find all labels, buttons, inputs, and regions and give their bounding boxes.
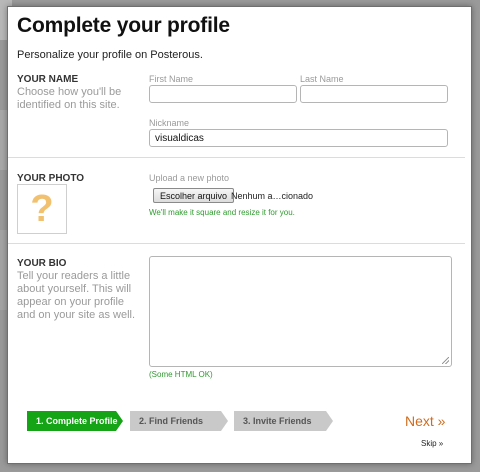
profile-modal: Complete your profile Personalize your p… [7,6,472,464]
bio-textarea[interactable] [149,256,452,367]
first-name-field[interactable] [149,85,297,103]
photo-section-label: YOUR PHOTO [17,173,85,184]
photo-hint: We'll make it square and resize it for y… [149,208,295,217]
resize-grip-icon[interactable] [442,357,449,364]
last-name-label: Last Name [300,74,344,84]
skip-link[interactable]: Skip » [421,439,443,448]
upload-label: Upload a new photo [149,173,230,183]
step-find-friends: 2. Find Friends [130,411,228,431]
step-invite-friends: 3. Invite Friends [234,411,333,431]
bio-section-description: Tell your readers a little about yoursel… [17,270,136,321]
file-status: Nenhum a…cionado [231,191,314,201]
bio-section-label: YOUR BIO [17,258,67,269]
name-section-description: Choose how you'll be identified on this … [17,86,122,111]
nickname-field[interactable] [149,129,448,147]
modal-title: Complete your profile [17,14,230,37]
next-button[interactable]: Next » [405,413,445,429]
last-name-field[interactable] [300,85,448,103]
first-name-label: First Name [149,74,194,84]
step-complete-profile: 1. Complete Profile [27,411,123,431]
name-section-label: YOUR NAME [17,74,79,85]
modal-subtitle: Personalize your profile on Posterous. [17,49,203,61]
photo-placeholder: ? [17,184,67,234]
question-mark-icon: ? [30,188,54,230]
choose-file-button[interactable]: Escolher arquivo [153,188,235,203]
nickname-label: Nickname [149,118,190,128]
section-divider [8,157,465,158]
section-divider [8,243,465,244]
bio-hint: (Some HTML OK) [149,370,213,379]
